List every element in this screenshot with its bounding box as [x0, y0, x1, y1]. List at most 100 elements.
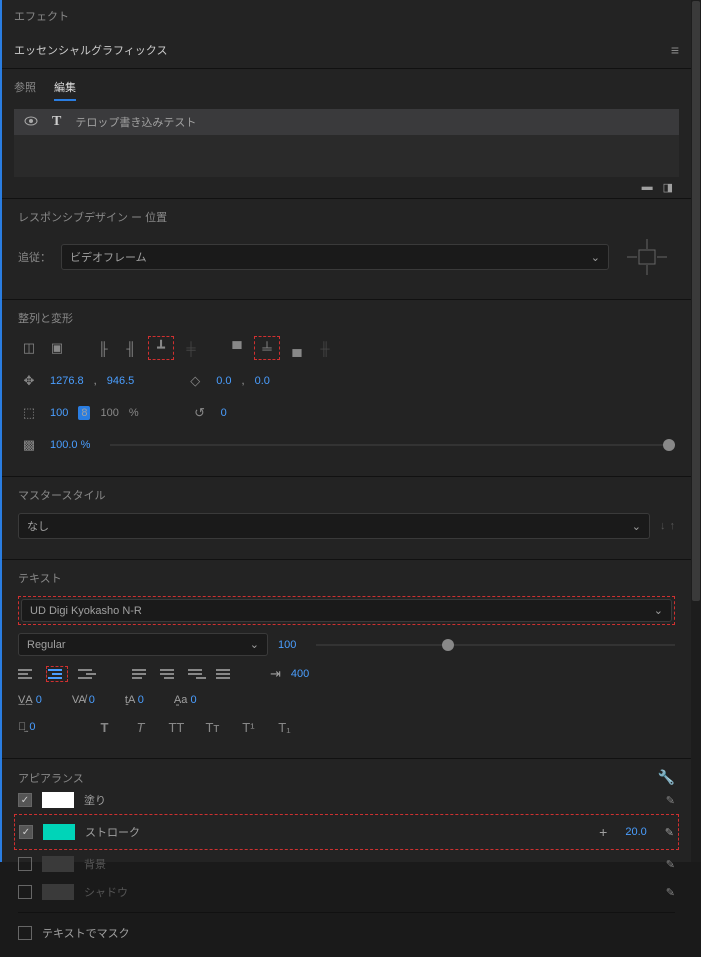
italic-icon[interactable]: T	[129, 716, 151, 738]
opacity-slider[interactable]	[110, 444, 675, 446]
wrench-icon[interactable]: 🔧	[658, 769, 675, 786]
scale2[interactable]: 100	[100, 407, 118, 419]
master-title: マスタースタイル	[18, 487, 105, 503]
shadow-row: シャドウ ✎	[18, 878, 675, 906]
shadow-swatch[interactable]	[42, 884, 74, 900]
font-style-dropdown[interactable]: Regular⌄	[18, 633, 268, 656]
text-v2[interactable]: 0	[89, 694, 95, 706]
eyedropper-icon[interactable]: ✎	[666, 794, 675, 807]
align-right-text[interactable]	[78, 667, 96, 681]
align-v3-icon[interactable]: ▄	[286, 337, 308, 359]
anchor-y[interactable]: 0.0	[255, 375, 270, 387]
align-left-text[interactable]	[18, 667, 36, 681]
bg-row: 背景 ✎	[18, 850, 675, 878]
eyedropper-icon[interactable]: ✎	[665, 826, 674, 839]
appearance-title: アピアランス	[18, 770, 84, 786]
align-center-icon[interactable]: ▣	[46, 337, 68, 359]
opacity[interactable]: 100.0 %	[50, 439, 90, 451]
align-left-icon[interactable]: ◫	[18, 337, 40, 359]
bg-label: 背景	[84, 856, 106, 872]
follow-label: 追従：	[18, 249, 51, 265]
follow-dropdown[interactable]: ビデオフレーム⌄	[61, 244, 609, 270]
caps-icon[interactable]: TT	[165, 716, 187, 738]
chevron-down-icon: ⌄	[591, 251, 600, 264]
layer-row[interactable]: T テロップ書き込みテスト	[14, 109, 679, 135]
panel-title: エッセンシャルグラフィックス	[14, 42, 167, 58]
bg-checkbox[interactable]	[18, 857, 32, 871]
scrollbar[interactable]	[691, 0, 701, 862]
chevron-down-icon: ⌄	[654, 604, 663, 617]
mask-checkbox[interactable]	[18, 926, 32, 940]
align-title: 整列と変形	[18, 310, 675, 326]
add-stroke-icon[interactable]: +	[599, 824, 607, 840]
eyedropper-icon[interactable]: ✎	[666, 858, 675, 871]
eye-icon[interactable]	[24, 116, 38, 129]
mask-label: テキストでマスク	[42, 925, 130, 941]
anchor-icon: ◇	[184, 370, 206, 392]
rotation[interactable]: 0	[221, 407, 227, 419]
fill-row: 塗り ✎	[18, 786, 675, 814]
align-h4-icon[interactable]: ╪	[180, 337, 202, 359]
subtab-edit[interactable]: 編集	[54, 79, 76, 101]
subtab-browse[interactable]: 参照	[14, 79, 36, 101]
stroke-value[interactable]: 20.0	[625, 826, 646, 838]
align-j3[interactable]	[188, 667, 206, 681]
align-h1-icon[interactable]: ╟	[92, 337, 114, 359]
align-h2-icon[interactable]: ╢	[120, 337, 142, 359]
align-center-text[interactable]	[48, 667, 66, 681]
new-icon[interactable]: ◨	[663, 181, 673, 194]
fill-label: 塗り	[84, 792, 106, 808]
superscript-icon[interactable]: T¹	[237, 716, 259, 738]
chevron-down-icon: ⌄	[250, 638, 259, 651]
move-icon: ✥	[18, 370, 40, 392]
mask-row: テキストでマスク	[18, 919, 675, 947]
align-j4[interactable]	[216, 667, 234, 681]
align-v2-icon[interactable]: ╧	[256, 337, 278, 359]
anchor-x[interactable]: 0.0	[216, 375, 231, 387]
align-j2[interactable]	[160, 667, 178, 681]
size-slider[interactable]	[316, 644, 675, 646]
text-v1[interactable]: 0	[36, 694, 42, 706]
effects-tab[interactable]: エフェクト	[2, 0, 691, 32]
eyedropper-icon[interactable]: ✎	[666, 886, 675, 899]
pin-constraint[interactable]	[619, 235, 675, 279]
font-size[interactable]: 100	[278, 639, 296, 651]
tsume-icon: あ̫	[18, 721, 26, 733]
responsive-title: レスポンシブデザイン ー 位置	[18, 209, 675, 225]
bg-swatch[interactable]	[42, 856, 74, 872]
font-dropdown[interactable]: UD Digi Kyokasho N-R⌄	[21, 599, 672, 622]
text-v5[interactable]: 0	[29, 721, 35, 733]
subscript-icon[interactable]: T₁	[273, 716, 295, 738]
chevron-down-icon: ⌄	[632, 520, 641, 533]
align-v1-icon[interactable]: ▀	[226, 337, 248, 359]
text-v3[interactable]: 0	[138, 694, 144, 706]
pos-x[interactable]: 1276.8	[50, 375, 84, 387]
sync-up-icon[interactable]: ↑	[670, 520, 676, 532]
text-v4[interactable]: 0	[190, 694, 196, 706]
scale1[interactable]: 100	[50, 407, 68, 419]
link-icon[interactable]: 8	[78, 406, 90, 420]
align-v4-icon[interactable]: ╫	[314, 337, 336, 359]
scale-icon: ⬚	[18, 402, 40, 424]
tracking-icon: ⇥	[270, 666, 281, 682]
stroke-label: ストローク	[85, 824, 140, 840]
bold-icon[interactable]: T	[93, 716, 115, 738]
shadow-checkbox[interactable]	[18, 885, 32, 899]
va-icon: V̲A̲	[18, 694, 33, 706]
fill-swatch[interactable]	[42, 792, 74, 808]
tracking[interactable]: 400	[291, 668, 309, 680]
stroke-swatch[interactable]	[43, 824, 75, 840]
sync-down-icon[interactable]: ↓	[660, 520, 666, 532]
stroke-checkbox[interactable]	[19, 825, 33, 839]
fill-checkbox[interactable]	[18, 793, 32, 807]
folder-icon[interactable]: ▬	[642, 181, 653, 194]
align-h3-icon[interactable]: ┻	[150, 337, 172, 359]
text-icon: T	[52, 114, 61, 130]
panel-menu-icon[interactable]: ≡	[671, 42, 679, 58]
leading-icon: t͍A	[125, 694, 135, 706]
pos-y[interactable]: 946.5	[107, 375, 135, 387]
master-dropdown[interactable]: なし⌄	[18, 513, 650, 539]
align-j1[interactable]	[132, 667, 150, 681]
va2-icon: VA̸	[72, 694, 86, 706]
small-caps-icon[interactable]: Tᴛ	[201, 716, 223, 738]
